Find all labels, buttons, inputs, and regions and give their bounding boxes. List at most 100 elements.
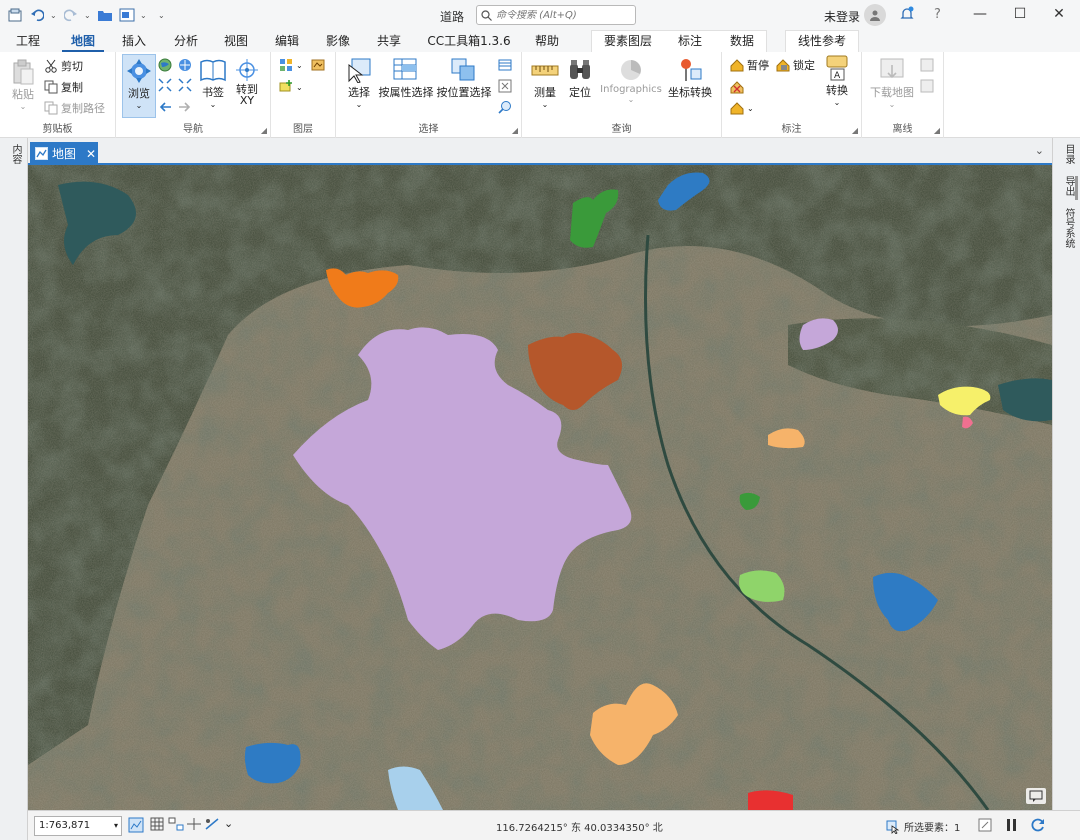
login-status[interactable]: 未登录	[824, 8, 860, 25]
tab-analysis[interactable]: 分析	[166, 30, 206, 52]
bookmarks-button[interactable]: 书签 ⌄	[196, 56, 230, 109]
previous-extent-button[interactable]	[158, 98, 172, 116]
locate-button[interactable]: 定位	[564, 56, 596, 100]
tab-data[interactable]: 数据	[722, 30, 762, 52]
tab-project[interactable]: 工程	[6, 30, 50, 52]
redo-icon[interactable]	[62, 6, 80, 24]
constraints-icon[interactable]	[186, 817, 202, 834]
next-extent-button[interactable]	[178, 98, 192, 116]
catalog-pane-tab[interactable]: 目录	[1061, 144, 1076, 164]
help-icon[interactable]: ?	[934, 7, 941, 22]
maximize-icon[interactable]: ☐	[1010, 6, 1030, 22]
pane-scroll-thumb[interactable]	[1075, 176, 1078, 200]
copy-button[interactable]: 复制	[44, 78, 83, 96]
map-view[interactable]	[28, 165, 1052, 810]
customize-qat-icon[interactable]: ⌄	[158, 11, 166, 20]
scale-dropdown-icon[interactable]: ▾	[114, 817, 118, 835]
layout-dropdown-icon[interactable]: ⌄	[140, 11, 148, 20]
tab-help[interactable]: 帮助	[527, 30, 567, 52]
zoom-to-selection-button[interactable]	[498, 98, 512, 116]
tab-map[interactable]: 地图	[62, 30, 104, 52]
notification-bell-icon[interactable]	[900, 6, 916, 22]
minimize-icon[interactable]: —	[970, 6, 990, 22]
copy-path-button[interactable]: 复制路径	[44, 99, 105, 117]
fixed-zoom-button[interactable]	[178, 56, 192, 74]
zoom-in-fixed-button[interactable]	[158, 76, 172, 94]
basemap-button[interactable]	[311, 56, 325, 74]
add-graphics-layer-button[interactable]: ⌄	[279, 78, 303, 96]
offline-launcher-icon[interactable]: ◢	[934, 126, 940, 135]
open-folder-icon[interactable]	[96, 6, 114, 24]
convert-coordinates-label: 坐标转换	[668, 86, 712, 99]
refresh-icon[interactable]	[1030, 817, 1046, 836]
select-by-attributes-button[interactable]: 按属性选择	[378, 56, 434, 100]
tab-share[interactable]: 共享	[369, 30, 409, 52]
convert-labels-button[interactable]: A 转换 ⌄	[820, 54, 854, 107]
scale-value: 1:763,871	[39, 820, 91, 831]
undo-icon[interactable]	[28, 6, 46, 24]
infographics-button[interactable]: Infographics ⌄	[598, 56, 664, 104]
add-data-button[interactable]: ⌄	[279, 56, 303, 74]
copy-label: 复制	[61, 81, 83, 94]
scale-selector[interactable]: 1:763,871 ▾	[34, 816, 122, 836]
attributes-button[interactable]	[498, 56, 512, 74]
goto-xy-button[interactable]: 转到 XY	[230, 56, 264, 106]
contents-pane-label[interactable]: 内容	[8, 144, 23, 164]
snapping-icon[interactable]	[168, 817, 184, 834]
map-canvas[interactable]	[28, 165, 1052, 810]
select-button[interactable]: 选择 ⌄	[342, 56, 376, 109]
paste-button[interactable]: 粘贴 ⌄	[6, 58, 40, 111]
symbology-pane-tab[interactable]: 符号系统	[1061, 208, 1076, 248]
sync-button[interactable]	[920, 56, 934, 74]
cut-button[interactable]: 剪切	[44, 57, 83, 75]
lock-labeling-button[interactable]: 锁定	[776, 56, 815, 74]
select-by-location-button[interactable]: 按位置选择	[436, 56, 492, 100]
project-icon[interactable]	[6, 6, 24, 24]
tab-insert[interactable]: 插入	[114, 30, 154, 52]
remove-offline-button[interactable]	[920, 77, 934, 95]
tab-labeling[interactable]: 标注	[670, 30, 710, 52]
selection-launcher-icon[interactable]: ◢	[512, 126, 518, 135]
region-polygon-red[interactable]	[748, 790, 793, 810]
select-by-location-icon	[450, 56, 478, 84]
grid-icon[interactable]	[150, 817, 164, 834]
labeling-launcher-icon[interactable]: ◢	[852, 126, 858, 135]
explore-button[interactable]: 浏览 ⌄	[122, 54, 156, 118]
tab-cc-toolbox[interactable]: CC工具箱1.3.6	[420, 30, 518, 52]
map-view-mode-icon[interactable]	[128, 817, 144, 836]
tab-view[interactable]: 视图	[216, 30, 256, 52]
avatar[interactable]	[864, 4, 886, 26]
selected-features[interactable]: 所选要素：1	[886, 819, 960, 834]
view-unplaced-button[interactable]	[730, 78, 744, 96]
undo-dropdown-icon[interactable]: ⌄	[50, 11, 58, 20]
pause-labeling-button[interactable]: 暂停	[730, 56, 769, 74]
navigate-launcher-icon[interactable]: ◢	[261, 126, 267, 135]
command-search[interactable]	[476, 5, 636, 25]
full-extent-button[interactable]	[158, 56, 172, 74]
convert-coordinates-button[interactable]: 坐标转换	[664, 56, 716, 100]
clear-selection-button[interactable]	[498, 77, 512, 95]
measure-button[interactable]: 测量 ⌄	[528, 56, 562, 109]
tab-overflow-chevron-icon[interactable]: ⌄	[1035, 144, 1044, 157]
tab-linear-referencing[interactable]: 线性参考	[790, 30, 854, 52]
export-pane-tab[interactable]: 导出	[1061, 176, 1076, 196]
layout-icon[interactable]	[118, 6, 136, 24]
zoom-out-fixed-button[interactable]	[178, 76, 192, 94]
status-dropdown-icon[interactable]: ⌄	[224, 817, 233, 830]
selection-group: 选择 ⌄ 按属性选择 按位置选择 选择 ◢	[336, 52, 522, 138]
redo-dropdown-icon[interactable]: ⌄	[84, 11, 92, 20]
contents-pane-collapsed[interactable]: 内容	[0, 138, 28, 840]
dimension-icon[interactable]	[204, 817, 220, 834]
pause-icon[interactable]	[1006, 818, 1018, 835]
download-map-button[interactable]: 下载地图 ⌄	[866, 56, 918, 109]
search-input[interactable]	[496, 9, 626, 21]
tab-imagery[interactable]: 影像	[318, 30, 358, 52]
close-icon[interactable]: ✕	[1049, 6, 1069, 22]
tab-feature-layer[interactable]: 要素图层	[598, 30, 658, 52]
close-tab-icon[interactable]: ✕	[86, 147, 96, 161]
pause-draw-icon[interactable]	[978, 818, 992, 835]
map-info-icon[interactable]	[1026, 788, 1046, 804]
tab-map-view[interactable]: 地图 ✕	[30, 142, 98, 165]
tab-edit[interactable]: 编辑	[267, 30, 307, 52]
more-labeling-button[interactable]: ⌄	[730, 99, 754, 117]
